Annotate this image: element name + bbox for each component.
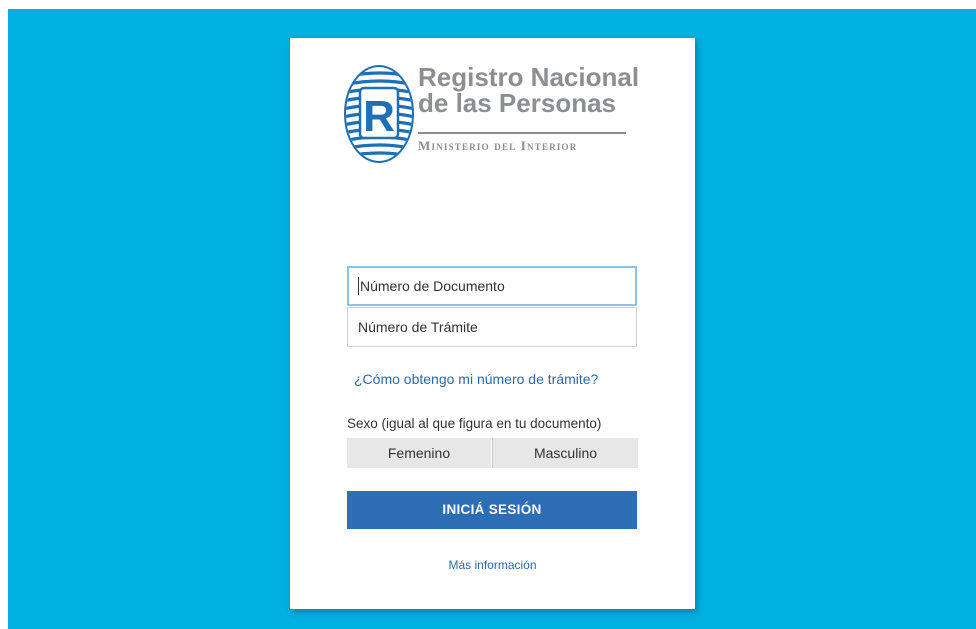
text-caret <box>358 277 359 296</box>
logo-letter: R <box>363 92 395 141</box>
sex-label: Sexo (igual al que figura en tu document… <box>347 416 602 431</box>
renaper-logo: R Registro Nacional de las Personas Mini… <box>344 60 639 178</box>
sex-option-masculino[interactable]: Masculino <box>492 438 638 468</box>
logo-divider <box>418 132 626 134</box>
tramite-number-input[interactable]: Número de Trámite <box>347 307 637 347</box>
renaper-emblem-icon: R <box>344 65 414 163</box>
agency-title: Registro Nacional de las Personas <box>418 64 639 116</box>
more-info-link[interactable]: Más información <box>290 558 695 572</box>
tramite-help-link[interactable]: ¿Cómo obtengo mi número de trámite? <box>354 371 598 387</box>
sex-option-femenino[interactable]: Femenino <box>347 438 491 468</box>
tramite-number-placeholder: Número de Trámite <box>358 319 478 335</box>
agency-title-line1: Registro Nacional <box>418 62 640 92</box>
ministry-subtitle: Ministerio del Interior <box>418 138 578 153</box>
document-number-placeholder: Número de Documento <box>360 278 505 294</box>
agency-title-line2: de las Personas <box>418 88 616 118</box>
login-card: R Registro Nacional de las Personas Mini… <box>290 38 695 609</box>
login-button[interactable]: INICIÁ SESIÓN <box>347 491 637 529</box>
document-number-input[interactable]: Número de Documento <box>347 266 637 306</box>
